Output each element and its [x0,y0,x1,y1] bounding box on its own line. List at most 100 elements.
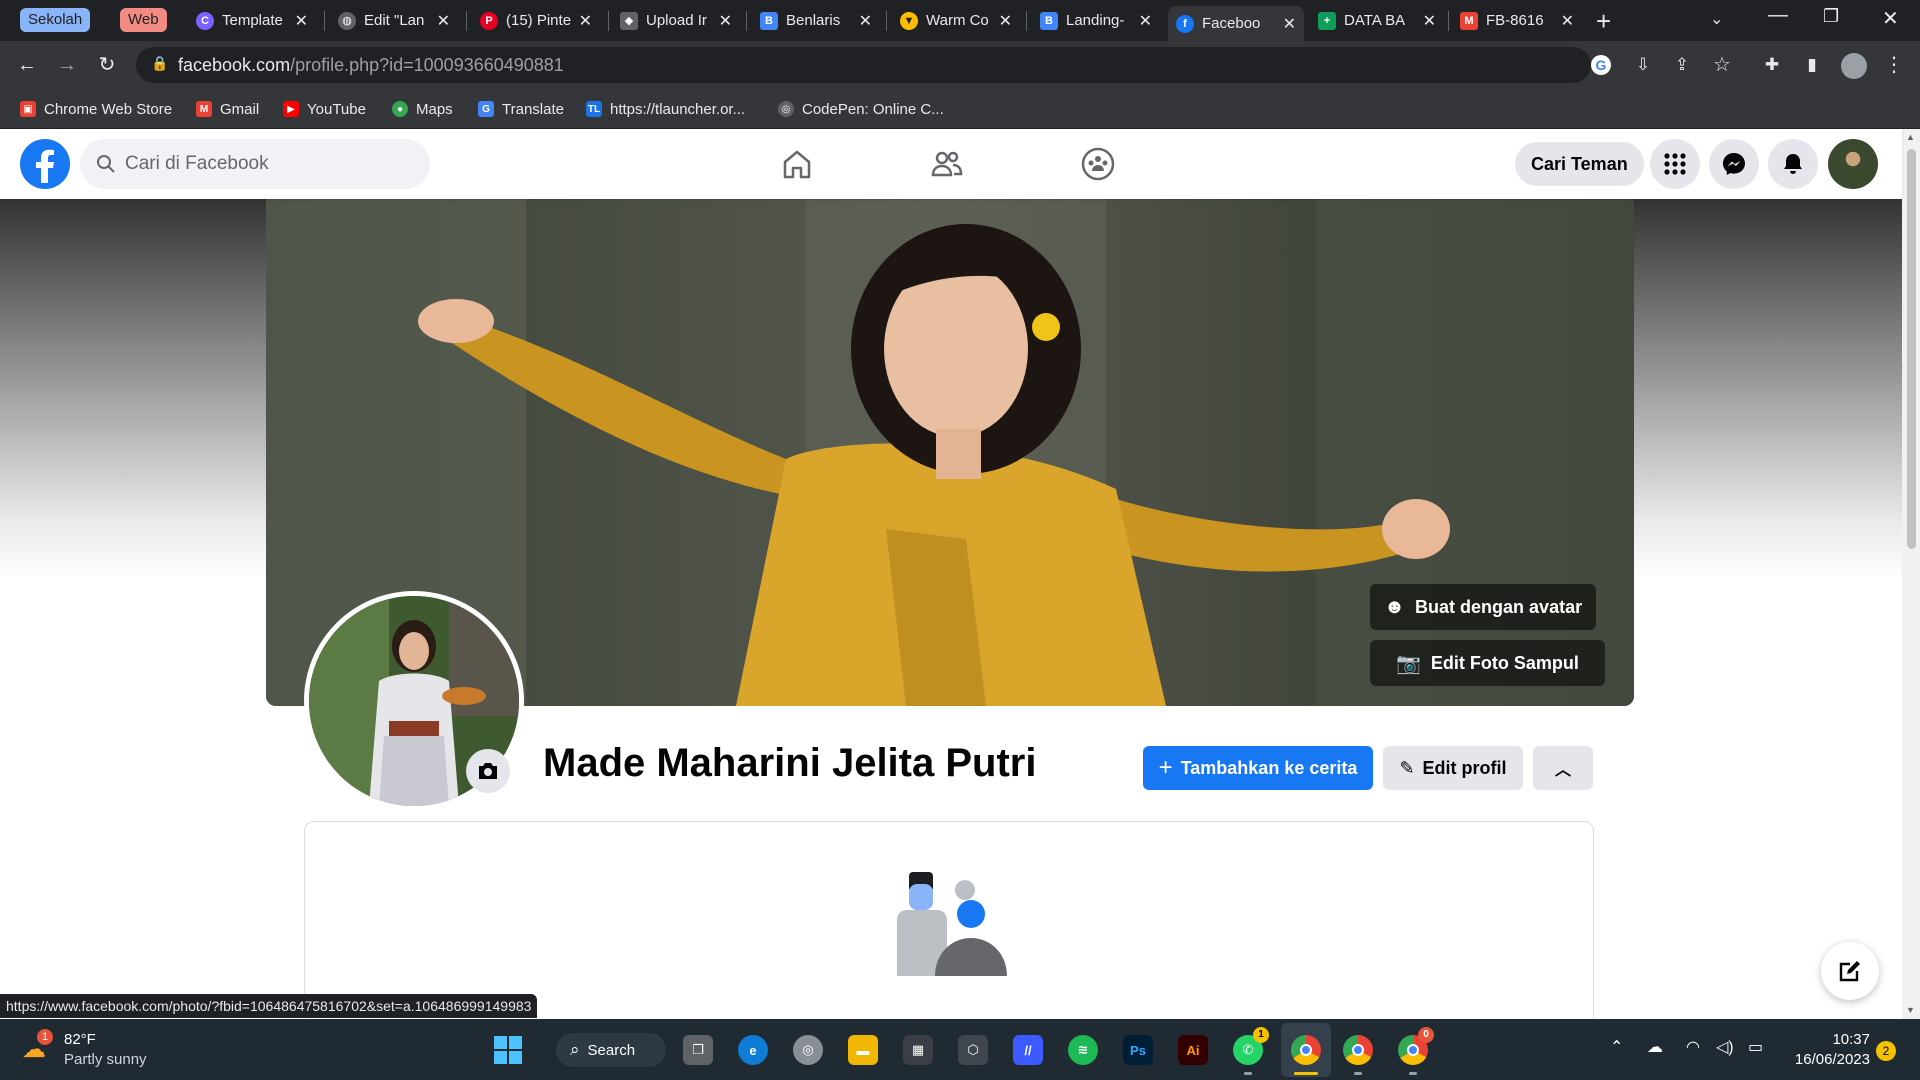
tab-upload[interactable]: ◆ Upload Ir ✕ [612,6,740,35]
tab-search-icon[interactable]: ⌄ [1710,9,1723,29]
clock-date[interactable]: 16/06/2023 [1770,1051,1870,1068]
messenger-button[interactable] [1709,139,1759,189]
scroll-up-arrow-icon[interactable]: ▲ [1906,132,1915,142]
tab-edit-landing[interactable]: ◍ Edit "Lan ✕ [330,6,458,35]
show-hidden-icons-icon[interactable]: ⌃ [1610,1037,1623,1057]
whatsapp-icon[interactable]: ✆ 1 [1233,1027,1269,1065]
bookmark-gmail[interactable]: M Gmail [196,99,259,119]
back-icon[interactable]: ← [15,53,39,77]
tab-gmail[interactable]: M FB-8616 ✕ [1452,6,1582,35]
find-friends-label: Cari Teman [1531,154,1628,174]
account-avatar[interactable] [1828,139,1878,189]
close-icon[interactable]: ✕ [1561,11,1574,31]
add-to-story-button[interactable]: + Tambahkan ke cerita [1143,746,1373,790]
chrome-icon[interactable] [1291,1035,1321,1065]
create-avatar-label: Buat dengan avatar [1415,596,1583,617]
install-app-icon[interactable]: ⇩ [1631,53,1655,77]
page-scrollbar[interactable]: ▲ ▼ [1902,129,1920,1019]
photoshop-icon[interactable]: Ps [1123,1035,1153,1065]
close-icon[interactable]: ✕ [1139,11,1152,31]
tab-warm[interactable]: ▼ Warm Co ✕ [892,6,1020,35]
minimize-button[interactable]: — [1768,4,1788,27]
tab-data-base[interactable]: + DATA BA ✕ [1310,6,1444,35]
app-vs-icon[interactable]: // [1013,1035,1043,1065]
file-explorer-icon[interactable]: ▬ [848,1035,878,1065]
bookmark-codepen[interactable]: ◎ CodePen: Online C... [778,99,944,119]
scroll-down-arrow-icon[interactable]: ▼ [1906,1005,1915,1015]
bookmark-translate[interactable]: G Translate [478,99,564,119]
taskbar-search[interactable]: ⌕ Search [556,1033,666,1067]
edit-profile-button[interactable]: ✎ Edit profil [1383,746,1523,790]
notifications-button[interactable] [1768,139,1818,189]
app-hexagon-icon[interactable]: ⬡ [958,1035,988,1065]
close-icon[interactable]: ✕ [999,11,1012,31]
task-view-icon[interactable]: ❐ [683,1035,713,1065]
close-icon[interactable]: ✕ [859,11,872,31]
chrome-profile-2-icon[interactable]: 0 [1398,1027,1434,1065]
bookmark-maps[interactable]: ● Maps [392,99,453,119]
profile-avatar-icon[interactable] [1841,53,1867,79]
update-profile-picture-button[interactable] [466,749,510,793]
active-indicator [1294,1072,1318,1075]
chrome-menu-icon[interactable]: ⋮ [1882,53,1906,77]
close-icon[interactable]: ✕ [579,11,592,31]
share-icon[interactable]: ⇪ [1670,53,1694,77]
groups-nav-icon[interactable] [1080,146,1116,187]
bookmark-star-icon[interactable]: ☆ [1710,53,1734,77]
facebook-search-input[interactable]: Cari di Facebook [80,139,430,189]
menu-button[interactable] [1650,139,1700,189]
spotify-icon[interactable]: ≋ [1068,1035,1098,1065]
bookmark-label: Maps [416,100,453,118]
tab-pinterest[interactable]: P (15) Pinte ✕ [472,6,600,35]
close-icon[interactable]: ✕ [1423,11,1436,31]
google-lens-icon[interactable]: G [1591,55,1611,75]
bookmark-tlauncher[interactable]: TL https://tlauncher.or... [586,99,745,119]
find-friends-button[interactable]: Cari Teman [1515,142,1644,186]
illustrator-icon[interactable]: Ai [1178,1035,1208,1065]
microsoft-store-icon[interactable]: ▦ [903,1035,933,1065]
edge-icon[interactable]: e [738,1035,768,1065]
close-window-button[interactable]: ✕ [1882,6,1899,31]
battery-icon[interactable]: ▭ [1748,1037,1763,1057]
new-message-button[interactable] [1821,942,1879,1000]
extensions-icon[interactable]: ✚ [1760,53,1784,77]
close-icon[interactable]: ✕ [437,11,450,31]
close-icon[interactable]: ✕ [1283,14,1296,34]
home-nav-icon[interactable] [780,147,814,186]
collapse-button[interactable]: ︿ [1533,746,1593,790]
new-tab-button[interactable]: + [1596,6,1611,37]
close-icon[interactable]: ✕ [719,11,732,31]
blogger-icon: B [760,11,778,30]
tab-landing[interactable]: B Landing- ✕ [1032,6,1160,35]
tab-benlaris[interactable]: B Benlaris ✕ [752,6,880,35]
tab-facebook-active[interactable]: f Faceboo ✕ [1168,6,1304,41]
bookmark-youtube[interactable]: ▶ YouTube [283,99,366,119]
maps-icon: ● [392,101,408,117]
friends-nav-icon[interactable] [930,147,964,186]
bookmark-chrome-web-store[interactable]: ▣ Chrome Web Store [20,99,172,119]
restore-button[interactable]: ❐ [1823,6,1839,27]
windows-start-icon[interactable] [493,1035,523,1065]
clock-time[interactable]: 10:37 [1790,1031,1870,1048]
edit-cover-photo-button[interactable]: 📷 Edit Foto Sampul [1370,640,1605,686]
volume-icon[interactable]: ◁) [1716,1037,1734,1057]
weather-widget[interactable]: ☁ 1 [22,1029,53,1063]
address-bar[interactable]: 🔒 facebook.com/profile.php?id=1000936604… [136,47,1611,83]
chrome-profile-icon[interactable] [1343,1035,1373,1065]
reload-icon[interactable]: ↻ [95,53,119,77]
facebook-logo-icon[interactable] [20,139,70,189]
cloud-sync-icon[interactable]: ☁ [1647,1037,1663,1057]
tab-template[interactable]: C Template ✕ [188,6,316,35]
scrollbar-thumb[interactable] [1907,149,1916,549]
close-icon[interactable]: ✕ [295,11,308,31]
profile-name: Made Maharini Jelita Putri [543,741,1037,785]
side-panel-icon[interactable]: ▮ [1800,53,1824,77]
create-avatar-button[interactable]: ☻ Buat dengan avatar [1370,584,1597,630]
copilot-icon[interactable]: ◎ [793,1035,823,1065]
tab-group-web[interactable]: Web [120,8,167,32]
camera-icon: 📷 [1396,652,1421,675]
tab-group-sekolah[interactable]: Sekolah [20,8,91,32]
notification-badge[interactable]: 2 [1876,1041,1896,1061]
wifi-icon[interactable]: ◠ [1686,1037,1700,1057]
forward-icon[interactable]: → [55,53,79,77]
